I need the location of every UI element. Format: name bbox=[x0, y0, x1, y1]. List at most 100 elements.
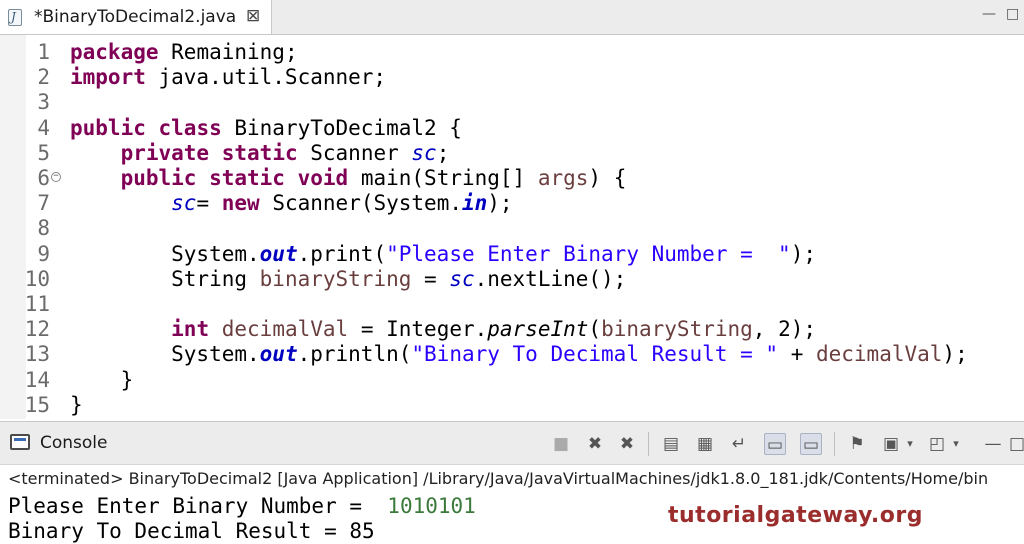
code-line[interactable]: 1 package Remaining; bbox=[0, 40, 1024, 65]
code-text: import java.util.Scanner; bbox=[70, 65, 386, 90]
minimize-icon[interactable]: — bbox=[982, 6, 996, 22]
code-token: public bbox=[120, 166, 197, 190]
open-console-icon[interactable]: ◰ bbox=[926, 433, 948, 455]
code-token: out bbox=[259, 241, 298, 266]
code-token: "Please Enter Binary Number = " bbox=[386, 241, 791, 266]
code-token: private bbox=[120, 140, 210, 165]
watermark-logo: tutorialgateway.org bbox=[668, 503, 924, 528]
toolbar-separator bbox=[648, 432, 649, 456]
code-line[interactable]: 14 } bbox=[0, 368, 1024, 393]
code-token: new bbox=[221, 191, 260, 216]
code-token: main(String[] bbox=[348, 166, 538, 190]
line-number: 11 bbox=[24, 292, 50, 316]
code-line[interactable]: 10 String binaryString = sc.nextLine(); bbox=[0, 267, 1024, 292]
code-token: System. bbox=[70, 342, 260, 367]
line-number: 3 bbox=[37, 90, 50, 115]
line-number: 14 bbox=[24, 367, 50, 392]
code-line[interactable]: 4 public class BinaryToDecimal2 { bbox=[0, 116, 1024, 141]
line-number: 9 bbox=[37, 241, 50, 266]
code-line[interactable]: 13 System.out.println("Binary To Decimal… bbox=[0, 342, 1024, 367]
code-token: static bbox=[221, 140, 298, 165]
console-tab[interactable]: Console bbox=[0, 422, 170, 466]
code-text: System.out.println("Binary To Decimal Re… bbox=[70, 342, 968, 367]
code-line[interactable]: 9 System.out.print("Please Enter Binary … bbox=[0, 242, 1024, 267]
pin-console-icon[interactable]: ⚑ bbox=[846, 433, 868, 455]
show-on-stderr-icon[interactable]: ▭ bbox=[800, 433, 822, 455]
chevron-down-icon[interactable]: ▾ bbox=[904, 433, 916, 455]
code-line[interactable]: 15} bbox=[0, 393, 1024, 418]
code-token: ); bbox=[942, 342, 968, 367]
line-number: 13 bbox=[24, 342, 50, 367]
code-token: sc bbox=[449, 266, 475, 291]
java-file-icon: J bbox=[8, 9, 22, 26]
code-token: ); bbox=[487, 191, 513, 216]
code-text: } bbox=[70, 393, 83, 418]
code-line[interactable]: 3 bbox=[0, 90, 1024, 115]
code-token: binaryString bbox=[601, 317, 753, 342]
code-token: Scanner bbox=[297, 140, 412, 165]
code-token: import bbox=[70, 65, 146, 90]
maximize-icon[interactable]: □ bbox=[1006, 6, 1019, 22]
code-editor[interactable]: 1 package Remaining; 2 import java.util.Sca… bbox=[0, 35, 1024, 419]
fold-collapse-icon[interactable]: − bbox=[51, 172, 61, 182]
code-line[interactable]: 2 import java.util.Scanner; bbox=[0, 65, 1024, 90]
console-minimize-icon[interactable]: — bbox=[982, 433, 1004, 455]
code-token: int bbox=[171, 317, 210, 342]
terminate-icon[interactable]: ■ bbox=[550, 433, 572, 455]
code-token: in bbox=[461, 191, 488, 216]
code-token: decimalVal bbox=[815, 342, 943, 367]
code-text: int decimalVal = Integer.parseInt(binary… bbox=[70, 317, 816, 342]
code-token: .print( bbox=[297, 241, 387, 266]
console-output-line[interactable]: Binary To Decimal Result = 85 bbox=[8, 519, 375, 544]
code-line[interactable]: 11 bbox=[0, 292, 1024, 317]
code-token: ( bbox=[588, 317, 602, 342]
editor-tab-title: *BinaryToDecimal2.java bbox=[34, 7, 237, 27]
close-tab-icon[interactable]: ⊠ bbox=[246, 6, 260, 26]
code-token: class bbox=[158, 115, 222, 140]
console-output-line[interactable]: Please Enter Binary Number = 1010101 bbox=[8, 494, 476, 519]
code-token: ) { bbox=[588, 166, 627, 190]
code-token: ; bbox=[436, 140, 450, 165]
code-token: = Integer. bbox=[348, 317, 488, 342]
code-token: args bbox=[537, 166, 589, 190]
remove-all-terminated-icon[interactable]: ✖ bbox=[616, 433, 638, 455]
word-wrap-icon[interactable]: ↵ bbox=[728, 433, 750, 455]
line-number: 10 bbox=[24, 266, 50, 291]
code-token: , 2); bbox=[752, 317, 817, 342]
scroll-lock-icon[interactable]: ▦ bbox=[694, 433, 716, 455]
remove-launch-icon[interactable]: ✖ bbox=[584, 433, 606, 455]
code-line[interactable]: 6− public static void main(String[] args… bbox=[0, 166, 1024, 191]
editor-tab[interactable]: J *BinaryToDecimal2.java ⊠ bbox=[0, 0, 272, 34]
line-number: 4 bbox=[37, 115, 50, 140]
console-user-input: 1010101 bbox=[387, 494, 476, 518]
console-header: Console ■ ✖ ✖ ▤ ▦ ↵ ▭ ▭ ⚑ ▣ ▾ ◰ ▾ — □ bbox=[0, 421, 1024, 465]
code-token: parseInt bbox=[487, 317, 589, 342]
chevron-down-icon[interactable]: ▾ bbox=[950, 433, 962, 455]
console-maximize-icon[interactable]: □ bbox=[1006, 433, 1024, 455]
code-token: "Binary To Decimal Result = " bbox=[411, 342, 779, 367]
code-token: sc bbox=[171, 191, 197, 216]
code-token: = bbox=[411, 266, 450, 291]
code-token: binaryString bbox=[259, 266, 412, 291]
code-line[interactable]: 8 bbox=[0, 216, 1024, 241]
code-line[interactable]: 7 sc= new Scanner(System.in); bbox=[0, 191, 1024, 216]
clear-console-icon[interactable]: ▤ bbox=[660, 433, 682, 455]
line-number: 2 bbox=[37, 65, 50, 90]
code-line[interactable]: 12 int decimalVal = Integer.parseInt(bin… bbox=[0, 317, 1024, 342]
code-text: package Remaining; bbox=[70, 40, 298, 65]
display-selected-console-icon[interactable]: ▣ bbox=[880, 433, 902, 455]
code-text: sc= new Scanner(System.in); bbox=[70, 191, 513, 216]
code-token: } bbox=[70, 392, 83, 417]
code-token: static bbox=[209, 166, 285, 190]
code-line[interactable]: 5 private static Scanner sc; bbox=[0, 141, 1024, 166]
console-prompt: Please Enter Binary Number = bbox=[8, 494, 388, 518]
code-text: public class BinaryToDecimal2 { bbox=[70, 116, 462, 141]
code-token: String bbox=[70, 266, 260, 291]
show-on-stdout-icon[interactable]: ▭ bbox=[764, 433, 786, 455]
code-token: out bbox=[259, 342, 298, 367]
